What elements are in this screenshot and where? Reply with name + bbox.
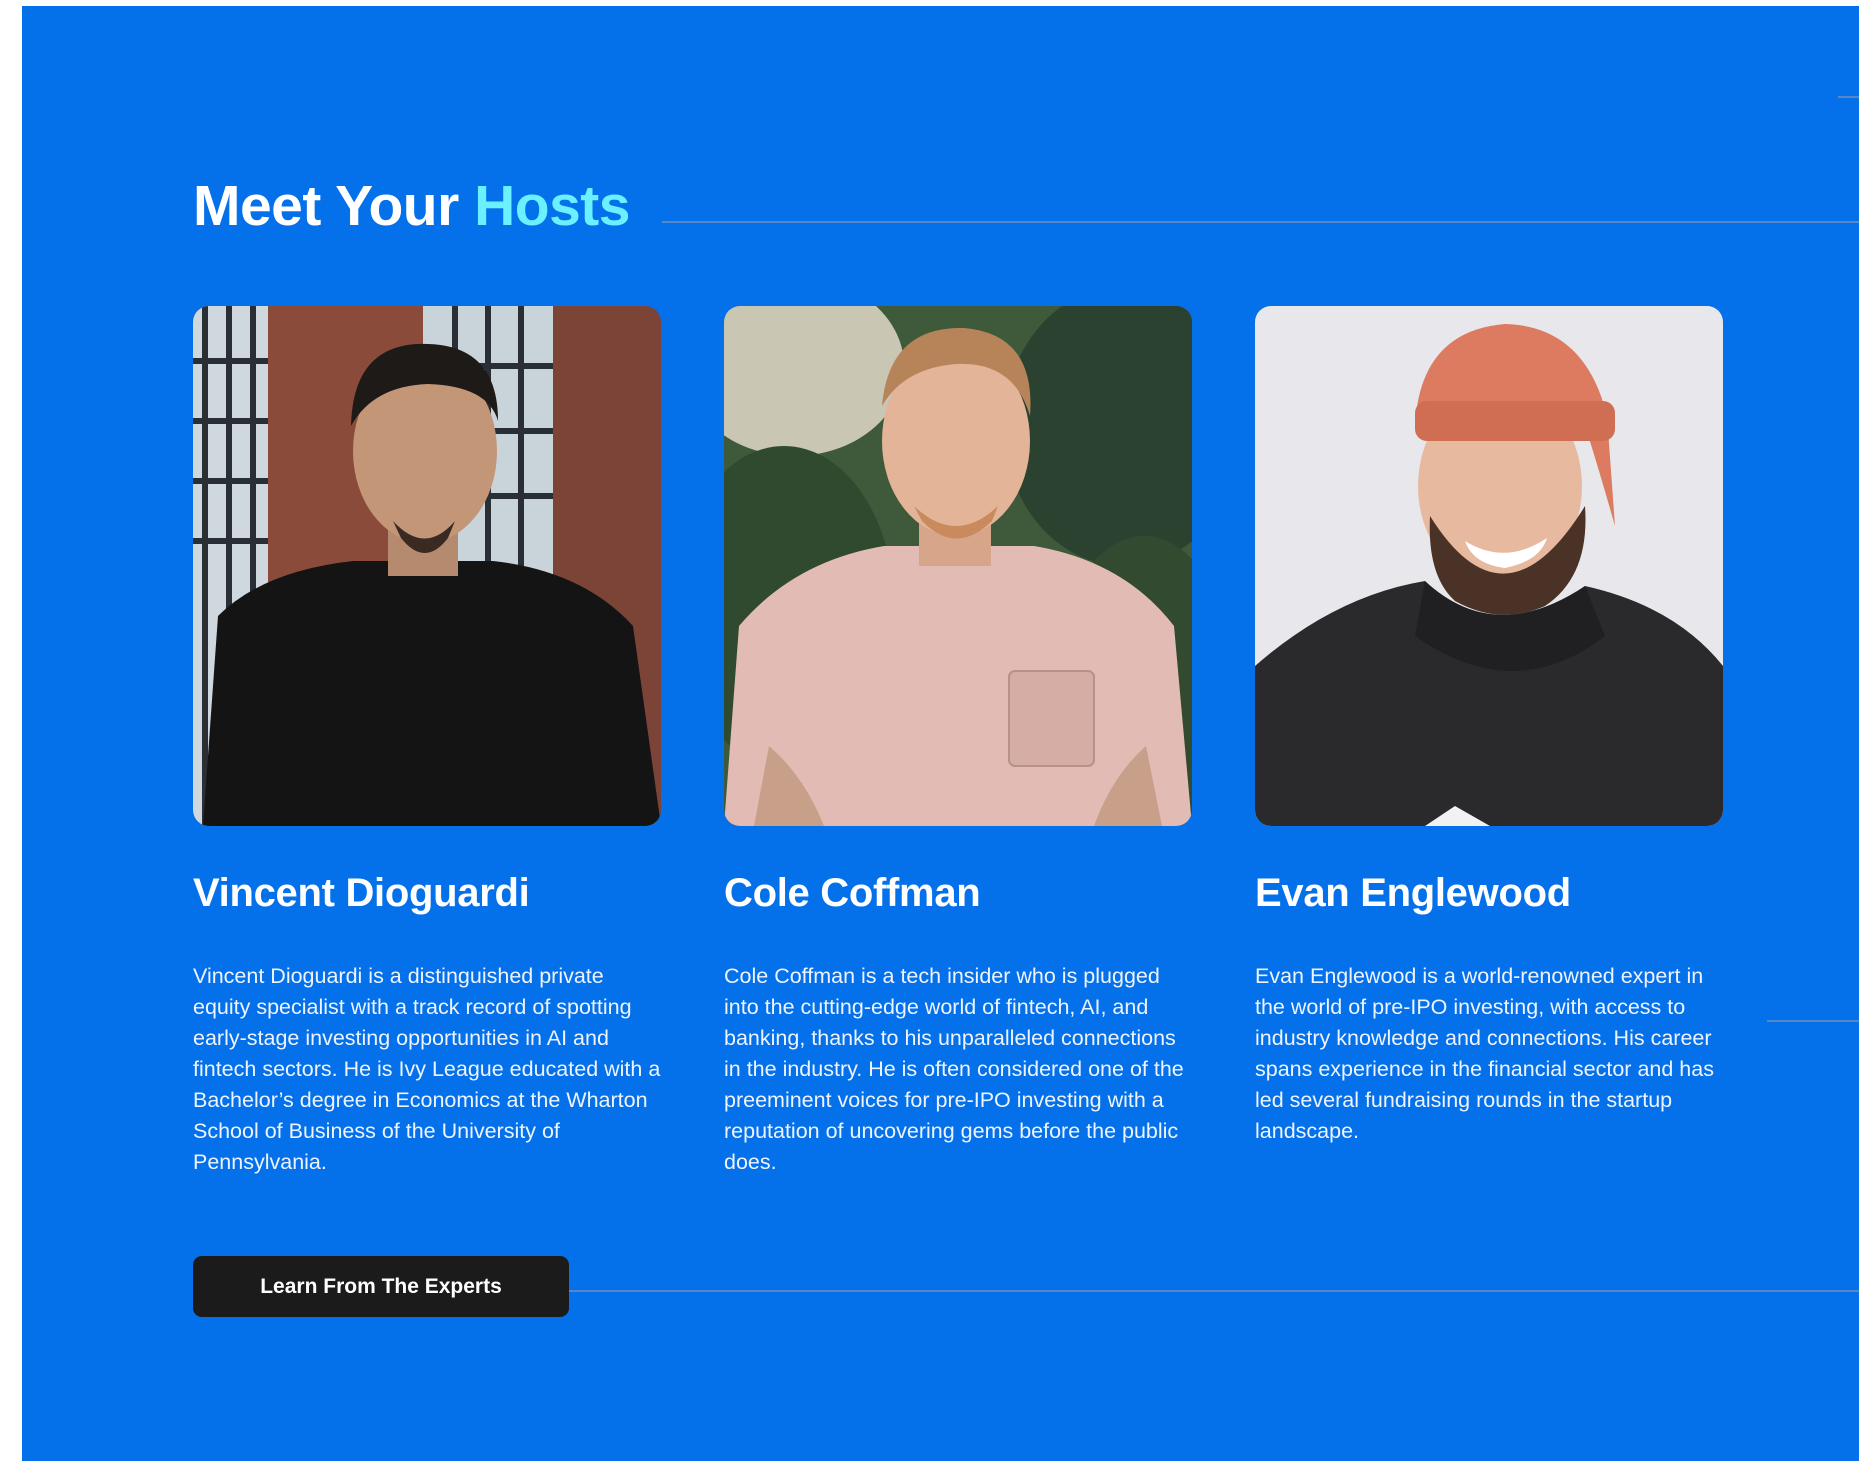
host-card: Vincent Dioguardi Vincent Dioguardi is a…: [193, 306, 661, 1178]
host-photo: [193, 306, 661, 826]
cta-divider-line: [568, 1290, 1859, 1292]
section-title: Meet Your Hosts: [193, 178, 630, 235]
host-bio: Cole Coffman is a tech insider who is pl…: [724, 964, 1184, 1174]
section-title-prefix: Meet Your: [193, 174, 459, 238]
host-card: Cole Coffman Cole Coffman is a tech insi…: [724, 306, 1192, 1178]
host-card: Evan Englewood Evan Englewood is a world…: [1255, 306, 1723, 1147]
decorative-line: [1767, 1020, 1859, 1022]
title-divider-line: [662, 221, 1859, 223]
host-name: Evan Englewood: [1255, 871, 1571, 915]
hosts-section: Meet Your Hosts Vincent Dioguardi Vincen…: [22, 6, 1859, 1461]
host-name: Vincent Dioguardi: [193, 871, 530, 915]
host-name: Cole Coffman: [724, 871, 981, 915]
learn-from-experts-button[interactable]: Learn From The Experts: [193, 1256, 569, 1317]
host-photo: [1255, 306, 1723, 826]
section-title-accent: Hosts: [474, 174, 630, 238]
host-bio: Evan Englewood is a world-renowned exper…: [1255, 964, 1714, 1143]
decorative-line: [1838, 96, 1859, 98]
host-photo: [724, 306, 1192, 826]
host-bio: Vincent Dioguardi is a distinguished pri…: [193, 964, 661, 1174]
